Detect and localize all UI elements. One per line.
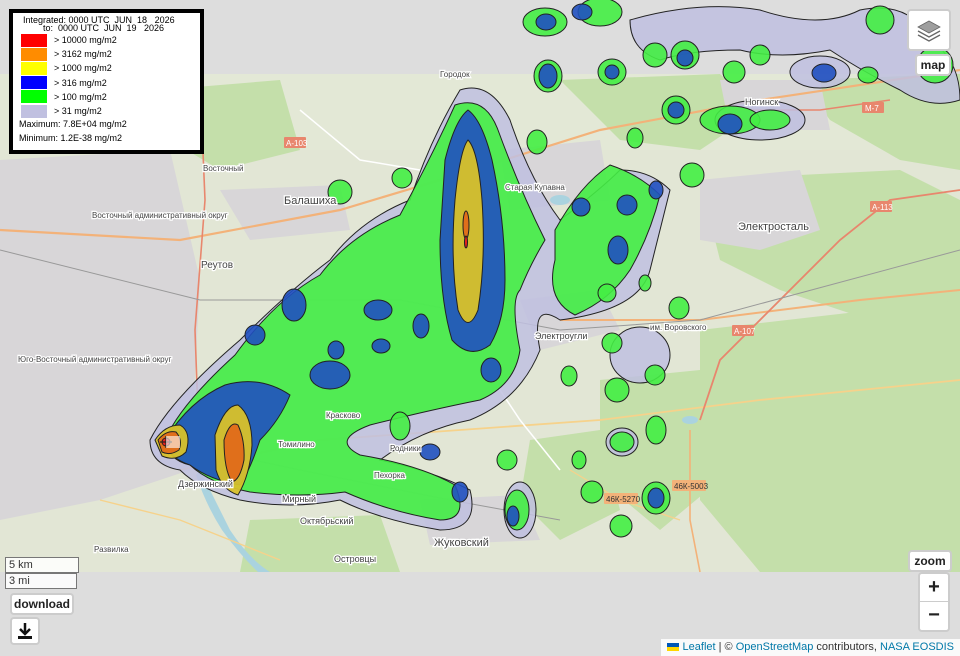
svg-text:А-103: А-103 <box>286 139 308 148</box>
road-shield-46k5270: 46К-5270 <box>604 493 641 504</box>
legend-label: > 10000 mg/m2 <box>54 35 117 45</box>
legend-label: > 316 mg/m2 <box>54 77 107 88</box>
scale-imperial: 3 mi <box>5 573 77 589</box>
layers-control[interactable] <box>907 9 951 51</box>
nasa-link[interactable]: NASA EOSDIS <box>880 641 954 653</box>
place-yugovostochny-adm: Юго-Восточный административный округ <box>18 355 172 364</box>
scale-metric: 5 km <box>5 557 79 573</box>
map-layer-button[interactable]: map <box>915 54 951 76</box>
svg-text:46К-5003: 46К-5003 <box>674 482 709 491</box>
place-elektrostal: Электросталь <box>738 221 809 233</box>
svg-text:А-113: А-113 <box>872 203 893 212</box>
place-reutov: Реутов <box>201 260 233 271</box>
place-mirny: Мирный <box>282 494 316 504</box>
road-shield-a103: А-103 <box>284 137 308 148</box>
place-ostrovtsy: Островцы <box>334 554 376 564</box>
legend-swatch <box>21 61 47 75</box>
place-tomilino: Томилино <box>278 440 315 449</box>
legend-row: > 3162 mg/m2 <box>21 47 112 61</box>
place-zhukovsky: Жуковский <box>434 537 489 549</box>
legend-swatch <box>21 90 47 104</box>
place-balashikha: Балашиха <box>284 195 337 207</box>
road-shield-a113: А-113 <box>870 201 893 212</box>
place-dzerzhinsky: Дзержинский <box>178 479 233 489</box>
legend-row: > 1000 mg/m2 <box>21 61 112 75</box>
download-button[interactable] <box>10 617 40 645</box>
legend-label: > 31 mg/m2 <box>54 106 102 116</box>
legend-row: > 100 mg/m2 <box>21 90 107 104</box>
place-noginsk: Ногинск <box>745 97 778 107</box>
legend-label: > 1000 mg/m2 <box>54 63 112 74</box>
highlight-square <box>166 436 180 448</box>
legend-swatch <box>21 47 47 61</box>
place-elektrougli: Электроугли <box>535 331 587 341</box>
legend-label: > 100 mg/m2 <box>54 91 107 102</box>
road-shield-m7: М-7 <box>862 102 884 113</box>
place-rodniki: Родники <box>390 444 421 453</box>
download-icon <box>18 623 32 639</box>
place-oktyabrsky: Октябрьский <box>300 516 353 526</box>
plume-legend: Integrated: 0000 UTC JUN 18 2026 to: 000… <box>9 9 204 154</box>
place-pekhorka: Пехорка <box>374 471 406 480</box>
place-vostochny: Восточный <box>203 164 243 173</box>
place-kupavna: Старая Купавна <box>505 183 565 192</box>
svg-text:М-7: М-7 <box>865 104 879 113</box>
place-gorodok: Городок <box>440 70 470 79</box>
ukraine-flag-icon <box>667 643 680 651</box>
place-razvilka: Развилка <box>94 545 129 554</box>
road-shield-46k5003: 46К-5003 <box>672 480 709 491</box>
zoom-in-button[interactable]: + <box>920 574 948 602</box>
osm-link[interactable]: OpenStreetMap <box>736 641 814 653</box>
place-kraskovo: Красково <box>326 411 361 420</box>
attribution: Leaflet | © OpenStreetMap contributors, … <box>661 639 960 656</box>
place-vostochny-adm: Восточный административный округ <box>92 211 228 220</box>
legend-to-line: to: 0000 UTC JUN 19 2026 <box>43 23 165 33</box>
legend-swatch <box>21 104 47 118</box>
svg-text:46К-5270: 46К-5270 <box>606 495 641 504</box>
legend-minimum: Minimum: 1.2E-38 mg/m2 <box>19 133 123 143</box>
legend-maximum: Maximum: 7.8E+04 mg/m2 <box>19 119 127 129</box>
legend-row: > 31 mg/m2 <box>21 104 102 118</box>
legend-row: > 316 mg/m2 <box>21 76 107 90</box>
legend-label: > 3162 mg/m2 <box>54 49 112 60</box>
zoom-out-button[interactable]: − <box>920 602 948 629</box>
download-label[interactable]: download <box>10 593 74 615</box>
layers-icon <box>917 20 941 42</box>
svg-text:А-107: А-107 <box>734 327 756 336</box>
leaflet-link[interactable]: Leaflet <box>683 641 716 653</box>
legend-swatch <box>21 76 47 90</box>
zoom-control: + − <box>918 572 950 632</box>
place-vorovskogo: им. Воровского <box>650 323 707 332</box>
legend-swatch <box>21 33 47 47</box>
legend-row: > 10000 mg/m2 <box>21 33 117 47</box>
zoom-label: zoom <box>908 550 952 572</box>
road-shield-a107: А-107 <box>732 325 756 336</box>
